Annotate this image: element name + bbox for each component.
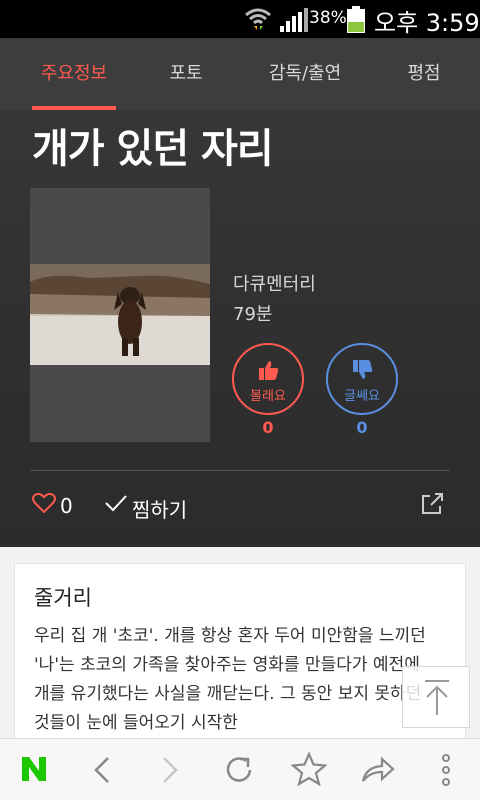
forward-icon[interactable] — [158, 755, 182, 785]
movie-header: 주요정보 포토 감독/출연 평점 개가 있던 자리 다큐멘터리 79분 볼래요 … — [0, 38, 480, 547]
tab-photo[interactable]: 포토 — [140, 38, 232, 110]
back-icon[interactable] — [90, 755, 114, 785]
tab-rating[interactable]: 평점 — [384, 38, 464, 110]
arrow-up-icon — [425, 680, 449, 715]
scroll-to-top-button[interactable] — [402, 666, 470, 728]
active-tab-indicator — [32, 106, 116, 110]
thumbs-down-icon — [353, 360, 373, 379]
clock: 오후 3:59 — [374, 9, 480, 37]
want-to-watch-count: 0 — [262, 418, 274, 437]
browser-toolbar — [0, 738, 480, 800]
not-sure-label: 글쎄요 — [344, 389, 380, 404]
synopsis-card: 줄거리 우리 집 개 '초코'. 개를 항상 혼자 두어 미안함을 느끼던 '나… — [14, 563, 466, 743]
synopsis-title: 줄거리 — [34, 586, 92, 610]
battery-icon — [347, 6, 365, 33]
movie-runtime: 79분 — [233, 304, 273, 325]
movie-poster[interactable] — [30, 188, 210, 442]
thumbs-up-icon — [259, 361, 279, 380]
star-icon[interactable] — [291, 752, 327, 786]
poster-image — [30, 264, 210, 365]
synopsis-text: 우리 집 개 '초코'. 개를 항상 혼자 두어 미안함을 느끼던 '나'는 초… — [34, 626, 426, 733]
not-sure-count: 0 — [356, 418, 368, 437]
want-to-watch-button[interactable]: 볼래요 — [232, 343, 304, 415]
tab-main-info[interactable]: 주요정보 — [18, 38, 130, 110]
wifi-icon — [245, 8, 271, 30]
like-count: 0 — [60, 494, 73, 518]
naver-home-icon[interactable] — [20, 755, 48, 783]
share-icon[interactable] — [420, 490, 446, 516]
more-options-icon[interactable] — [438, 753, 454, 787]
checkmark-icon[interactable] — [104, 492, 128, 514]
battery-percent: 38% — [309, 8, 347, 28]
signal-icon — [280, 8, 308, 32]
movie-title: 개가 있던 자리 — [32, 126, 274, 172]
wishlist-button[interactable]: 찜하기 — [132, 494, 187, 523]
not-sure-button[interactable]: 글쎄요 — [326, 343, 398, 415]
divider — [30, 470, 450, 471]
want-to-watch-label: 볼래요 — [250, 389, 286, 404]
action-row: 0 찜하기 — [0, 478, 480, 538]
refresh-icon[interactable] — [222, 753, 256, 787]
movie-genre: 다큐멘터리 — [233, 274, 316, 295]
tab-bar: 주요정보 포토 감독/출연 평점 — [0, 38, 480, 110]
share-arrow-icon[interactable] — [360, 755, 396, 785]
status-bar: 38% 오후 3:59 — [0, 0, 480, 38]
tab-director-cast[interactable]: 감독/출연 — [246, 38, 364, 110]
heart-icon[interactable] — [32, 492, 56, 514]
